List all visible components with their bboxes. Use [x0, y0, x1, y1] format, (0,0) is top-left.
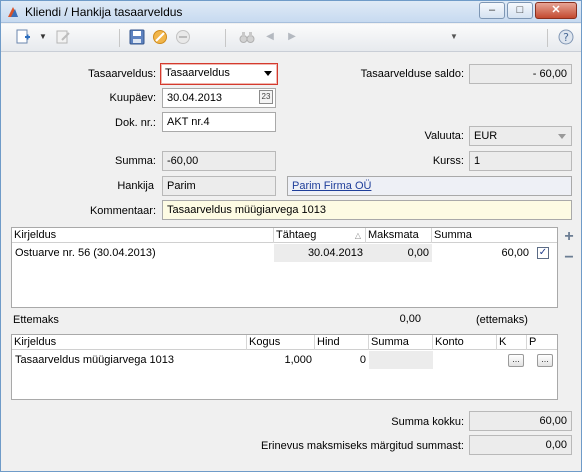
kommentaar-field[interactable]: Tasaarveldus müügiarvega 1013: [162, 200, 572, 220]
help-icon[interactable]: ?: [558, 29, 574, 45]
table-row[interactable]: Tasaarveldus müügiarvega 1013 1,000 0 ..…: [12, 351, 557, 369]
cancel-icon[interactable]: [152, 29, 168, 45]
col-maksmata[interactable]: Maksmata: [366, 228, 432, 243]
valuuta-label: Valuuta:: [424, 130, 464, 142]
saldo-field: - 60,00: [469, 64, 572, 84]
app-icon: [8, 7, 18, 17]
prev-icon[interactable]: ◀: [262, 29, 278, 45]
cell-konto[interactable]: [433, 351, 497, 369]
col-hind[interactable]: Hind: [315, 335, 369, 350]
col-summa[interactable]: Summa: [369, 335, 433, 350]
doknr-field[interactable]: AKT nr.4: [162, 112, 276, 132]
invoices-grid-header: Kirjeldus Tähtaeg △ Maksmata Summa: [12, 228, 557, 243]
add-document-icon[interactable]: [15, 29, 31, 45]
edit-icon[interactable]: [55, 29, 71, 45]
hankija-code-field[interactable]: Parim: [162, 176, 276, 196]
cell-summa: [369, 351, 433, 369]
col-kirjeldus[interactable]: Kirjeldus: [12, 228, 274, 243]
kurss-field: 1: [469, 151, 572, 171]
sort-icon: △: [354, 231, 361, 240]
calendar-icon[interactable]: 23: [259, 90, 273, 104]
col-tahtaeg[interactable]: Tähtaeg △: [274, 228, 366, 243]
saldo-label: Tasaarvelduse saldo:: [360, 68, 464, 80]
menu-arrow-icon[interactable]: ▼: [446, 29, 462, 45]
binoculars-icon[interactable]: [239, 29, 255, 45]
close-button[interactable]: ✕: [535, 2, 577, 19]
ettemaks-note: (ettemaks): [476, 314, 528, 326]
minimize-button[interactable]: –: [479, 2, 505, 19]
lines-grid[interactable]: Kirjeldus Kogus Hind Summa Konto K P Tas…: [11, 334, 558, 400]
svg-text:?: ?: [563, 31, 569, 44]
tasaarveldus-select[interactable]: Tasaarveldus: [160, 63, 278, 85]
col-p[interactable]: P: [527, 335, 557, 350]
toolbar-separator: [119, 29, 120, 47]
toolbar-separator: [225, 29, 226, 47]
title-bar: Kliendi / Hankija tasaarveldus – □ ✕: [1, 1, 581, 23]
toolbar-separator: [547, 29, 548, 47]
col-k[interactable]: K: [497, 335, 527, 350]
remove-icon[interactable]: [175, 29, 191, 45]
tasaarveldus-select-value: Tasaarveldus: [165, 67, 230, 79]
cell-tahtaeg: 30.04.2013: [274, 244, 366, 262]
cell-kirjeldus: Ostuarve nr. 56 (30.04.2013): [15, 247, 156, 259]
invoices-grid[interactable]: Kirjeldus Tähtaeg △ Maksmata Summa Ostua…: [11, 227, 558, 308]
lines-grid-header: Kirjeldus Kogus Hind Summa Konto K P: [12, 335, 557, 350]
kommentaar-label: Kommentaar:: [89, 205, 156, 217]
toolbar: ▼ ◀ ▶ ▼ ?: [1, 24, 581, 52]
hankija-label: Hankija: [117, 180, 154, 192]
col-kogus[interactable]: Kogus: [247, 335, 315, 350]
hankija-name-link[interactable]: Parim Firma OÜ: [287, 176, 572, 196]
window: Kliendi / Hankija tasaarveldus – □ ✕ ▼ ◀…: [0, 0, 582, 472]
kuupaev-label: Kuupäev:: [109, 92, 156, 104]
kuupaev-value: 30.04.2013: [167, 92, 223, 104]
tasaarveldus-label: Tasaarveldus:: [88, 68, 156, 80]
col-tahtaeg-label: Tähtaeg: [276, 229, 317, 241]
cell-kogus[interactable]: 1,000: [247, 351, 315, 369]
k-ellipsis-button[interactable]: ...: [508, 354, 524, 367]
col-konto[interactable]: Konto: [433, 335, 497, 350]
chevron-down-icon: [264, 71, 272, 76]
valuuta-value: EUR: [474, 130, 498, 142]
save-icon[interactable]: [129, 29, 145, 45]
summa-kokku-label: Summa kokku:: [391, 416, 464, 428]
col-kirjeldus[interactable]: Kirjeldus: [12, 335, 247, 350]
ettemaks-value: 0,00: [399, 313, 421, 325]
select-checkbox[interactable]: ✓: [537, 247, 549, 259]
col-summa[interactable]: Summa: [432, 228, 556, 243]
p-ellipsis-button[interactable]: ...: [537, 354, 553, 367]
cell-hind[interactable]: 0: [315, 351, 369, 369]
summa-kokku-field: 60,00: [469, 411, 572, 431]
remove-row-icon[interactable]: −: [562, 250, 576, 266]
kurss-label: Kurss:: [432, 155, 464, 167]
next-icon[interactable]: ▶: [284, 29, 300, 45]
add-row-icon[interactable]: +: [562, 229, 576, 245]
dropdown-arrow-icon[interactable]: ▼: [35, 29, 51, 45]
table-row[interactable]: Ostuarve nr. 56 (30.04.2013) 30.04.2013 …: [12, 244, 557, 262]
erinevus-field: 0,00: [469, 435, 572, 455]
erinevus-label: Erinevus maksmiseks märgitud summast:: [261, 440, 464, 452]
doknr-label: Dok. nr.:: [115, 117, 156, 129]
valuuta-select[interactable]: EUR: [469, 126, 572, 146]
chevron-down-icon: [558, 134, 566, 139]
cell-maksmata: 0,00: [366, 244, 432, 262]
window-title: Kliendi / Hankija tasaarveldus: [25, 5, 183, 19]
ettemaks-label: Ettemaks: [13, 314, 59, 326]
summa-field: -60,00: [162, 151, 276, 171]
cell-summa: 60,00: [501, 247, 529, 259]
maximize-button[interactable]: □: [507, 2, 533, 19]
summa-label: Summa:: [115, 155, 156, 167]
cell-kirjeldus[interactable]: Tasaarveldus müügiarvega 1013: [12, 351, 247, 369]
